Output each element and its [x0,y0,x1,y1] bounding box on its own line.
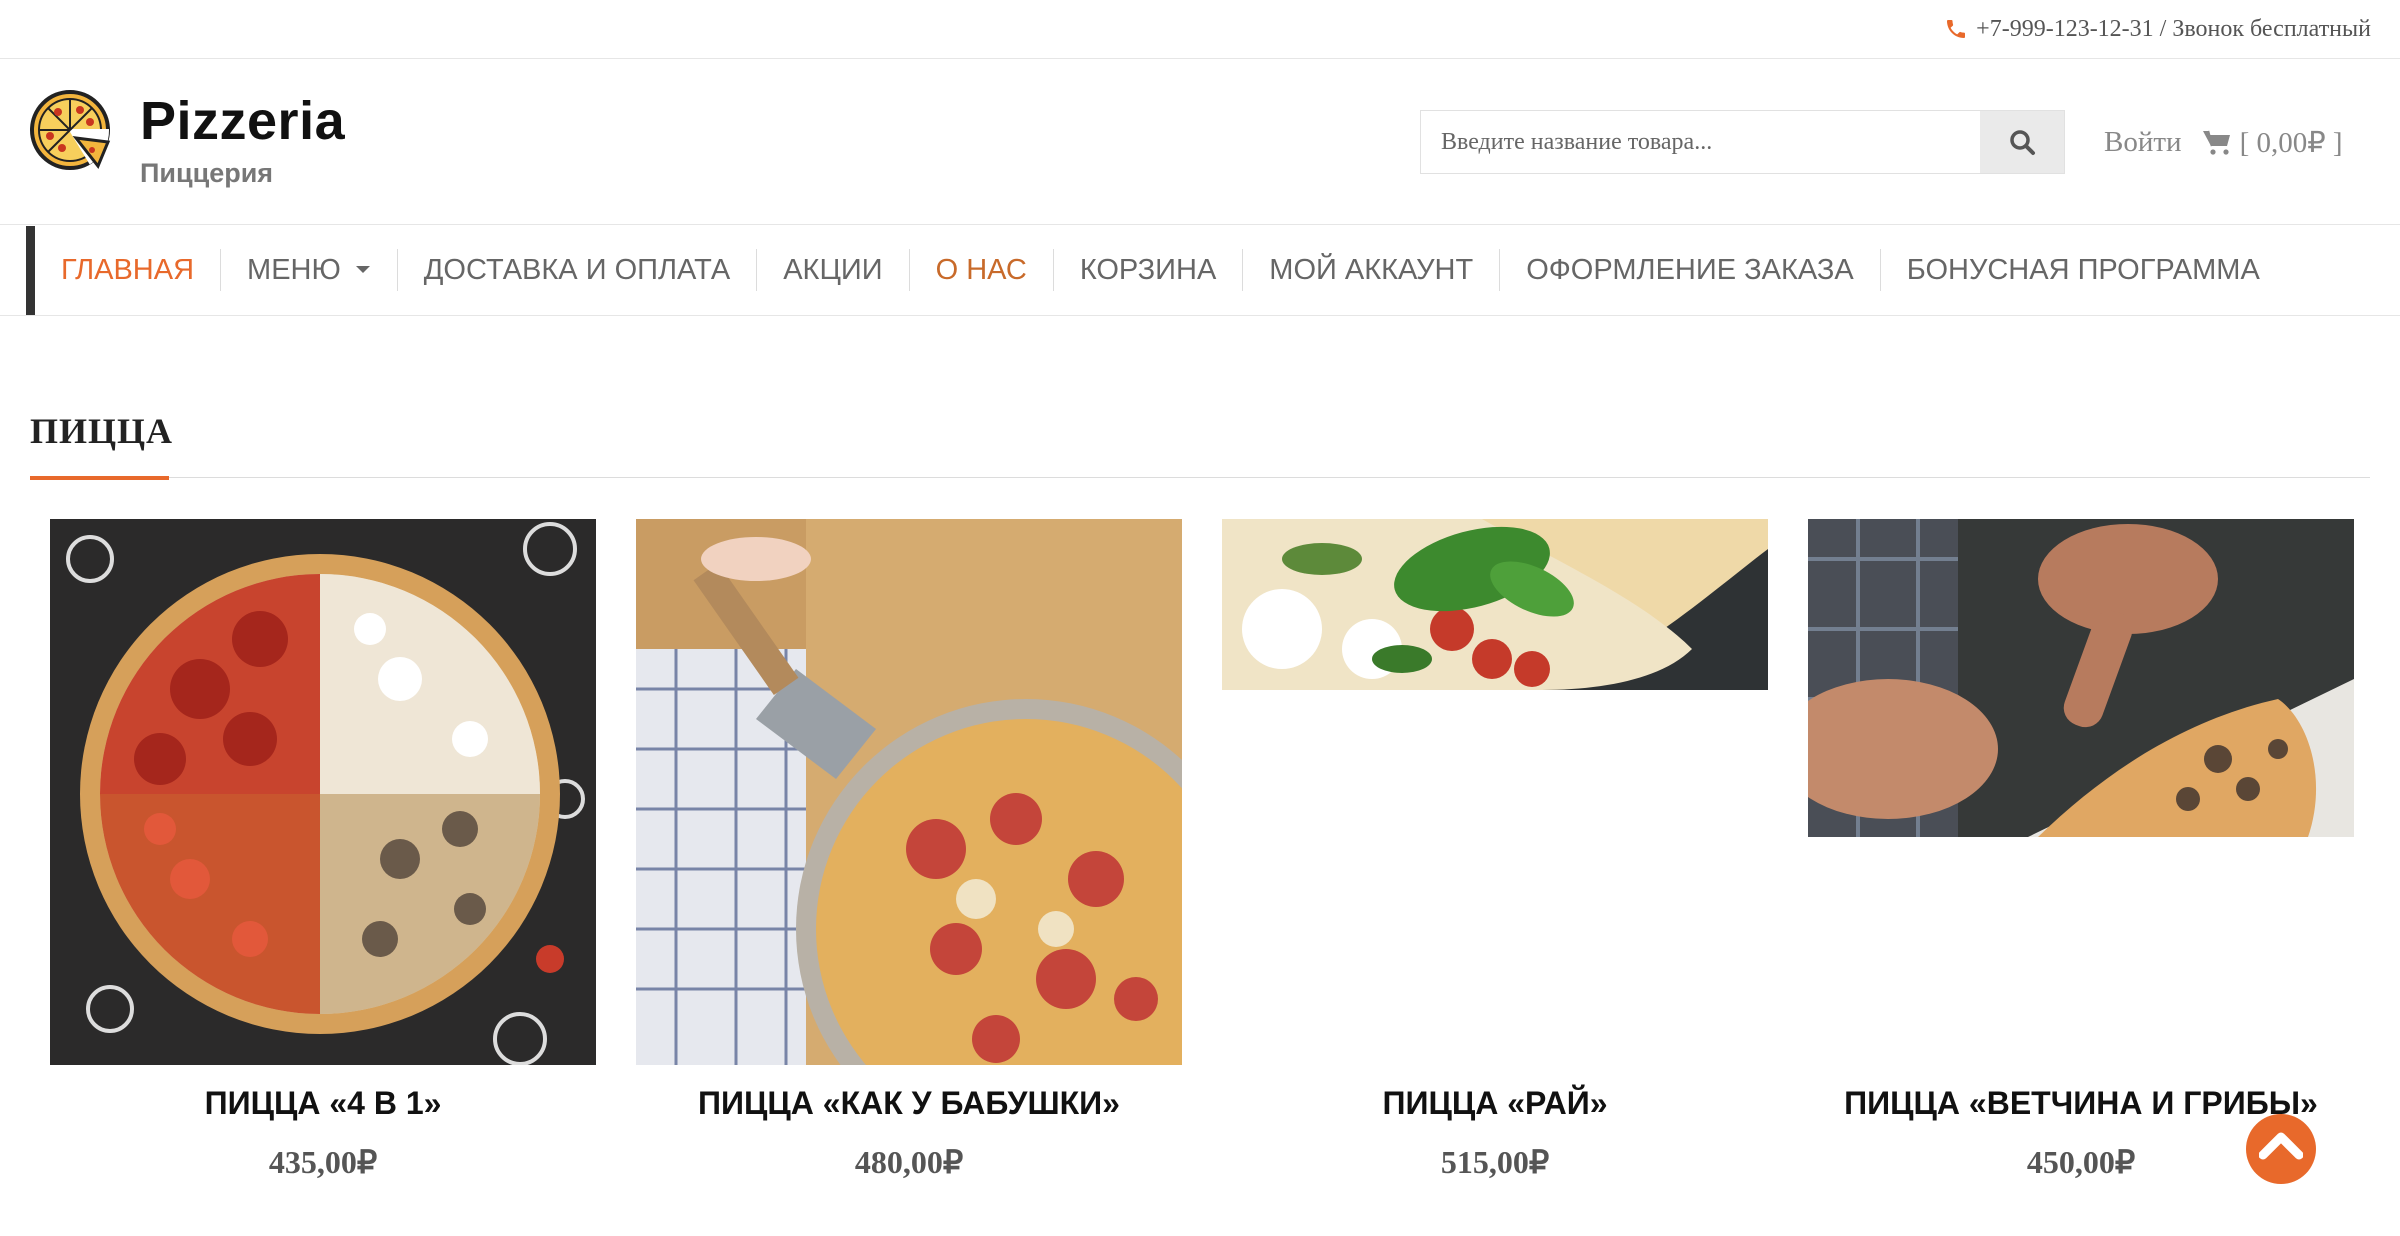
nav-item-label: КОРЗИНА [1079,253,1217,286]
product-image[interactable] [1222,519,1768,690]
nav-item-checkout[interactable]: ОФОРМЛЕНИЕ ЗАКАЗА [1499,249,1880,291]
section-title: ПИЦЦА [30,411,174,451]
nav-accent-bar [26,226,35,315]
nav-item-delivery[interactable]: ДОСТАВКА И ОПЛАТА [396,249,756,291]
cart-total: [ 0,00₽ ] [2239,126,2343,159]
product-image[interactable] [1808,519,2354,837]
nav-item-cart[interactable]: КОРЗИНА [1052,249,1242,291]
chevron-up-icon [2259,1129,2303,1169]
nav-item-menu[interactable]: МЕНЮ [220,249,397,291]
product-name[interactable]: ПИЦЦА «4 В 1» [30,1085,616,1122]
search-button[interactable] [1980,111,2064,173]
shopping-cart-icon [2202,128,2240,156]
nav-item-home[interactable]: ГЛАВНАЯ [35,249,220,291]
nav-item-label: МОЙ АККАУНТ [1269,253,1474,286]
cart-link[interactable]: [ 0,00₽ ] [2202,125,2343,160]
chevron-down-icon [355,265,371,275]
nav-item-account[interactable]: МОЙ АККАУНТ [1242,249,1499,291]
main-navigation: ГЛАВНАЯ МЕНЮ ДОСТАВКА И ОПЛАТА АКЦИИ О Н… [0,224,2400,316]
nav-item-label: ДОСТАВКА И ОПЛАТА [423,253,731,286]
site-header: Pizzeria Пиццерия Войти [ 0,00₽ ] [0,60,2400,224]
top-bar: +7-999-123-12-31 / Звонок бесплатный [0,0,2400,59]
site-subtitle: Пиццерия [140,158,274,188]
nav-item-label: БОНУСНАЯ ПРОГРАММА [1906,253,2260,286]
scroll-to-top-button[interactable] [2246,1114,2316,1184]
account-cart-area: Войти [ 0,00₽ ] [2104,120,2343,164]
product-name[interactable]: ПИЦЦА «РАЙ» [1202,1085,1788,1122]
nav-item-about[interactable]: О НАС [908,249,1053,291]
nav-item-label: О НАС [935,253,1027,286]
nav-item-label: МЕНЮ [247,253,341,286]
site-title[interactable]: Pizzeria [140,90,345,152]
nav-item-label: ГЛАВНАЯ [61,253,195,286]
nav-item-promotions[interactable]: АКЦИИ [756,249,908,291]
nav-item-bonus[interactable]: БОНУСНАЯ ПРОГРАММА [1879,249,2286,291]
login-link[interactable]: Войти [2104,126,2182,159]
search-input[interactable] [1421,111,1980,173]
search-form [1420,110,2065,174]
pizza-logo-icon[interactable] [28,88,112,172]
phone-icon [1944,17,1968,41]
phone-number-text[interactable]: +7-999-123-12-31 / Звонок бесплатный [1976,16,2371,43]
product-price: 515,00₽ [1440,1144,1550,1180]
product-price: 435,00₽ [268,1144,378,1180]
product-image[interactable] [636,519,1182,1065]
section-divider [30,477,2370,478]
product-image[interactable] [50,519,596,1065]
nav-item-label: АКЦИИ [783,253,883,286]
product-price: 480,00₽ [854,1144,964,1180]
search-icon [2008,128,2036,156]
product-name[interactable]: ПИЦЦА «КАК У БАБУШКИ» [616,1085,1202,1122]
nav-item-label: ОФОРМЛЕНИЕ ЗАКАЗА [1526,253,1854,286]
section-underline [30,476,169,480]
